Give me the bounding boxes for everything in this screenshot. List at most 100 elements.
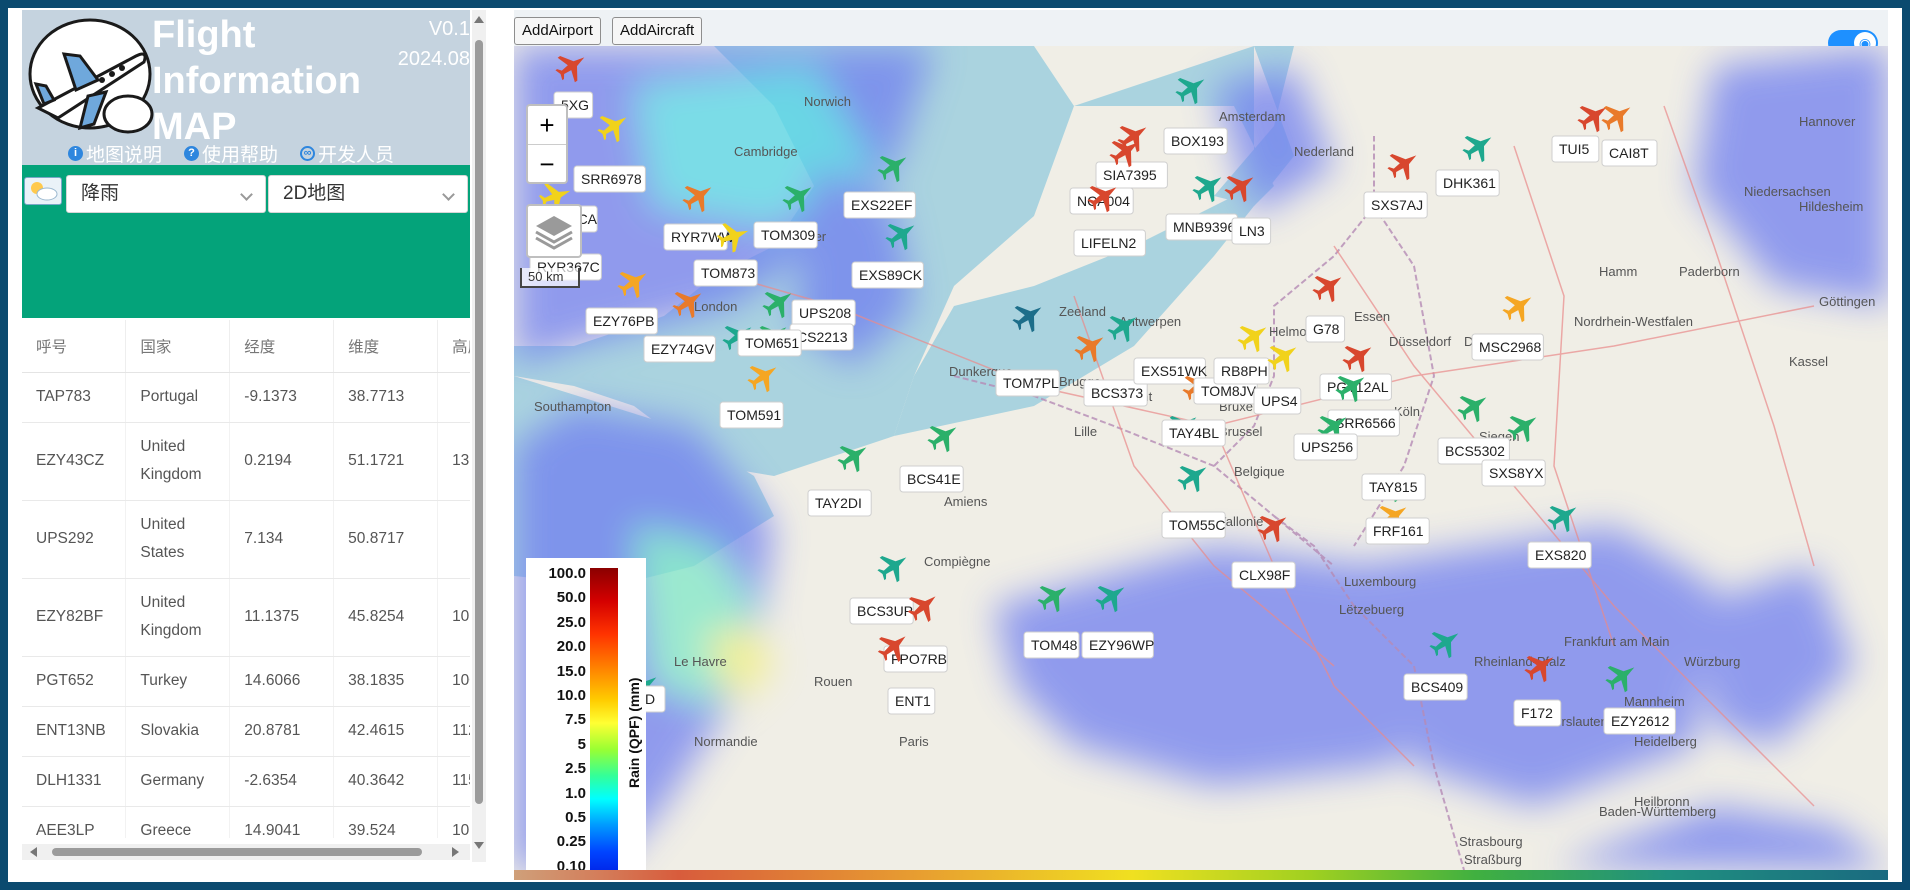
header-links: i 地图说明 ? 使用帮助 ∞ 开发人员 (68, 140, 394, 167)
flight-callsign-label[interactable]: SIA7395 (1103, 167, 1157, 183)
weather-toggle-button[interactable] (24, 177, 62, 205)
flight-callsign-label[interactable]: TOM7PL (1003, 375, 1059, 391)
flight-callsign-label[interactable]: EXS22EF (851, 197, 912, 213)
horizontal-scroll-thumb[interactable] (52, 848, 422, 856)
place-label: Hamm (1599, 264, 1637, 279)
flight-callsign-label[interactable]: TOM873 (701, 265, 755, 281)
flight-callsign-label[interactable]: SRR6978 (581, 171, 642, 187)
app-header: Flight Information MAP V0.1 2024.08 i 地图说… (22, 10, 470, 167)
longitude-cell: 20.8781 (229, 706, 335, 757)
flight-callsign-label[interactable]: ENT1 (895, 693, 931, 709)
table-row[interactable]: DLH1331Germany-2.635440.36421158 (22, 756, 470, 807)
map-canvas[interactable]: NorwichCambridgeColchesterSt AlbansLondo… (514, 46, 1888, 880)
legend-value: 0.5 (565, 808, 586, 826)
latitude-cell: 51.1721 (333, 422, 439, 501)
add-aircraft-button[interactable]: AddAircraft (612, 17, 703, 45)
place-label: Frankfurt am Main (1564, 634, 1669, 649)
flight-callsign-label[interactable]: SXS7AJ (1371, 197, 1423, 213)
column-header[interactable]: 高度 (437, 320, 470, 373)
column-header[interactable]: 呼号 (22, 320, 127, 373)
flight-callsign-label[interactable]: TOM651 (745, 335, 799, 351)
flight-callsign-label[interactable]: F172 (1521, 705, 1553, 721)
flight-callsign-label[interactable]: MNB9396 (1173, 219, 1235, 235)
flight-callsign-label[interactable]: TOM591 (727, 407, 781, 423)
flight-callsign-label[interactable]: BCS5302 (1445, 443, 1505, 459)
flight-callsign-label[interactable]: UPS208 (799, 305, 851, 321)
flight-callsign-label[interactable]: EZY76PB (593, 313, 654, 329)
weather-layer-select[interactable]: 降雨 (66, 175, 266, 213)
add-airport-button[interactable]: AddAirport (514, 17, 601, 45)
scroll-left-icon[interactable] (30, 847, 37, 857)
table-row[interactable]: EZY43CZUnited Kingdom0.219451.17211363 (22, 422, 470, 501)
horizontal-scrollbar[interactable] (22, 844, 470, 860)
flight-callsign-label[interactable]: TAY2DI (815, 495, 862, 511)
place-label: Normandie (694, 734, 758, 749)
flight-callsign-label[interactable]: TOM48 (1031, 637, 1078, 653)
zoom-in-button[interactable]: + (528, 106, 566, 144)
table-row[interactable]: ENT13NBSlovakia20.878142.46151127 (22, 706, 470, 757)
flight-callsign-label[interactable]: EZY96WP (1089, 637, 1154, 653)
flight-callsign-label[interactable]: UPS256 (1301, 439, 1353, 455)
flight-callsign-label[interactable]: SXS8YX (1489, 465, 1544, 481)
flight-callsign-label[interactable]: TOM8JV (1201, 383, 1257, 399)
flight-callsign-label[interactable]: CLX98F (1239, 567, 1290, 583)
zoom-out-button[interactable]: − (528, 144, 566, 182)
flight-callsign-label[interactable]: BCS373 (1091, 385, 1143, 401)
map-svg[interactable]: NorwichCambridgeColchesterSt AlbansLondo… (514, 46, 1888, 871)
flight-callsign-label[interactable]: RB8PH (1221, 363, 1268, 379)
flight-callsign-label[interactable]: BOX193 (1171, 133, 1224, 149)
flight-callsign-label[interactable]: EZY74GV (651, 341, 715, 357)
flight-callsign-label[interactable]: EZY2612 (1611, 713, 1670, 729)
vertical-scrollbar[interactable] (472, 10, 486, 862)
table-row[interactable]: UPS292 United States 7.134 50.8717 (22, 500, 470, 579)
legend-value: 7.5 (565, 711, 586, 729)
scroll-right-icon[interactable] (452, 847, 459, 857)
table-row[interactable]: EZY82BFUnited Kingdom11.137545.82541097 (22, 578, 470, 657)
flight-callsign-label[interactable]: FRF161 (1373, 523, 1424, 539)
column-header[interactable]: 经度 (229, 320, 335, 373)
flight-callsign-label[interactable]: CS2213 (797, 329, 848, 345)
legend-value: 15.0 (556, 662, 586, 680)
layers-icon (535, 216, 573, 250)
flight-callsign-label[interactable]: LN3 (1239, 223, 1265, 239)
flight-callsign-label[interactable]: TAY815 (1369, 479, 1418, 495)
flight-callsign-label[interactable]: CAI8T (1609, 145, 1649, 161)
flight-callsign-label[interactable]: EXS820 (1535, 547, 1587, 563)
place-label: Hannover (1799, 114, 1856, 129)
flight-callsign-label[interactable]: SRR6566 (1335, 415, 1396, 431)
layers-button[interactable] (526, 204, 582, 258)
place-label: Rouen (814, 674, 852, 689)
vertical-scroll-thumb[interactable] (475, 40, 483, 804)
legend-title: Rain (QPF) (mm) (626, 677, 642, 788)
flight-callsign-label[interactable]: EXS89CK (859, 267, 923, 283)
flight-callsign-label[interactable]: MSC2968 (1479, 339, 1541, 355)
flight-callsign-label[interactable]: TOM55C (1169, 517, 1226, 533)
link-icon: ∞ (300, 146, 316, 161)
place-label: Paris (899, 734, 929, 749)
flight-callsign-label[interactable]: BCS41E (907, 471, 961, 487)
developers-link[interactable]: ∞ 开发人员 (300, 140, 394, 167)
table-row[interactable]: PGT652Turkey14.606638.18351005 (22, 656, 470, 707)
flight-callsign-label[interactable]: LIFELN2 (1081, 235, 1136, 251)
chevron-down-icon (240, 188, 253, 201)
map-mode-select[interactable]: 2D地图 (268, 175, 468, 213)
place-label: Strasbourg (1459, 834, 1523, 849)
flight-callsign-label[interactable]: G78 (1313, 321, 1340, 337)
place-label: Nordrhein-Westfalen (1574, 314, 1693, 329)
table-row[interactable]: AEE3LPGreece14.904139.5241066 (22, 806, 470, 838)
flight-callsign-label[interactable]: DHK361 (1443, 175, 1496, 191)
table-row[interactable]: TAP783 Portugal -9.1373 38.7713 (22, 372, 470, 423)
flight-callsign-label[interactable]: UPS4 (1261, 393, 1298, 409)
flight-callsign-label[interactable]: TAY4BL (1169, 425, 1219, 441)
scroll-down-icon[interactable] (474, 842, 484, 849)
flight-callsign-label[interactable]: TUI5 (1559, 141, 1590, 157)
flight-callsign-label[interactable]: BCS3UP (857, 603, 913, 619)
column-header[interactable]: 维度 (333, 320, 439, 373)
help-link[interactable]: ? 使用帮助 (184, 140, 278, 167)
flight-callsign-label[interactable]: EXS51WK (1141, 363, 1208, 379)
column-header[interactable]: 国家 (125, 320, 231, 373)
map-info-link[interactable]: i 地图说明 (68, 140, 162, 167)
flight-callsign-label[interactable]: TOM309 (761, 227, 815, 243)
scroll-up-icon[interactable] (474, 16, 484, 23)
flight-callsign-label[interactable]: BCS409 (1411, 679, 1463, 695)
